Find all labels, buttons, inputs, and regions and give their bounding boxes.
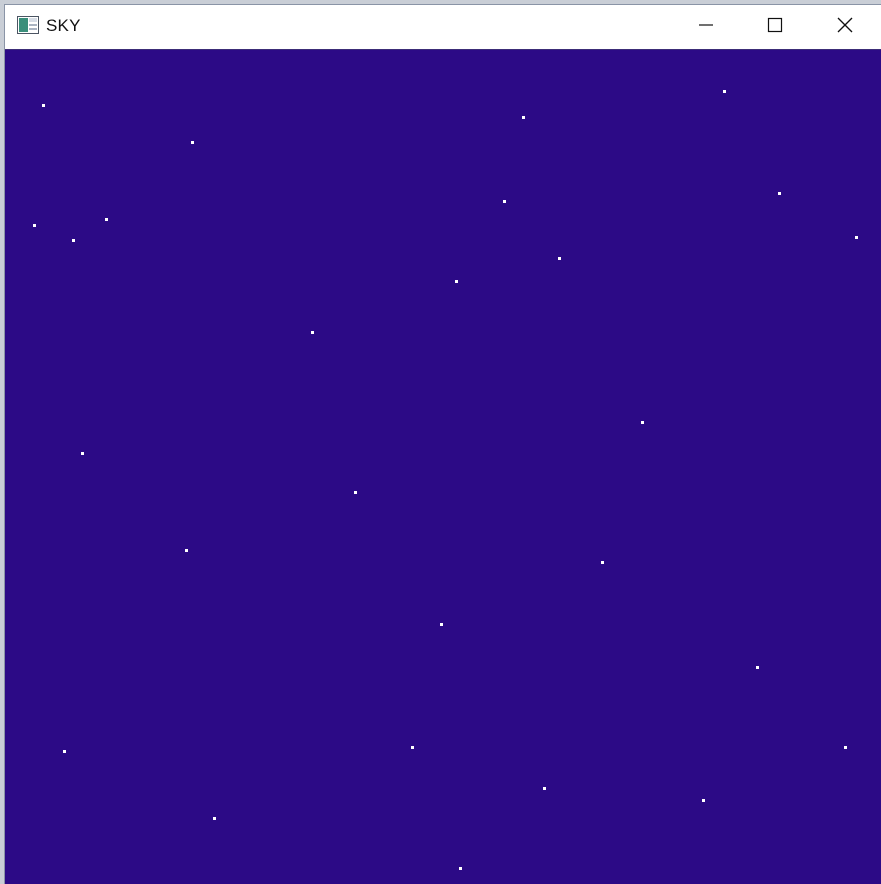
star	[522, 116, 525, 119]
star	[459, 867, 462, 870]
star	[185, 549, 188, 552]
star	[311, 331, 314, 334]
star	[33, 224, 36, 227]
maximize-button[interactable]	[740, 5, 810, 49]
star	[641, 421, 644, 424]
star	[42, 104, 45, 107]
close-icon	[836, 16, 854, 39]
star	[844, 746, 847, 749]
star	[558, 257, 561, 260]
title-bar[interactable]: SKY	[5, 5, 881, 50]
star	[81, 452, 84, 455]
star	[213, 817, 216, 820]
star	[778, 192, 781, 195]
star	[440, 623, 443, 626]
minimize-button[interactable]	[671, 5, 741, 49]
minimize-icon	[698, 17, 714, 38]
star	[105, 218, 108, 221]
star	[702, 799, 705, 802]
star	[455, 280, 458, 283]
star	[63, 750, 66, 753]
star	[601, 561, 604, 564]
window-title: SKY	[46, 16, 81, 35]
star	[756, 666, 759, 669]
star	[354, 491, 357, 494]
star	[411, 746, 414, 749]
maximize-icon	[767, 17, 783, 38]
star	[543, 787, 546, 790]
app-window: SKY	[4, 4, 881, 884]
star	[855, 236, 858, 239]
star	[503, 200, 506, 203]
close-button[interactable]	[810, 5, 880, 49]
star	[723, 90, 726, 93]
app-window-icon	[17, 16, 39, 34]
sky-canvas	[5, 50, 881, 884]
star	[72, 239, 75, 242]
star	[191, 141, 194, 144]
